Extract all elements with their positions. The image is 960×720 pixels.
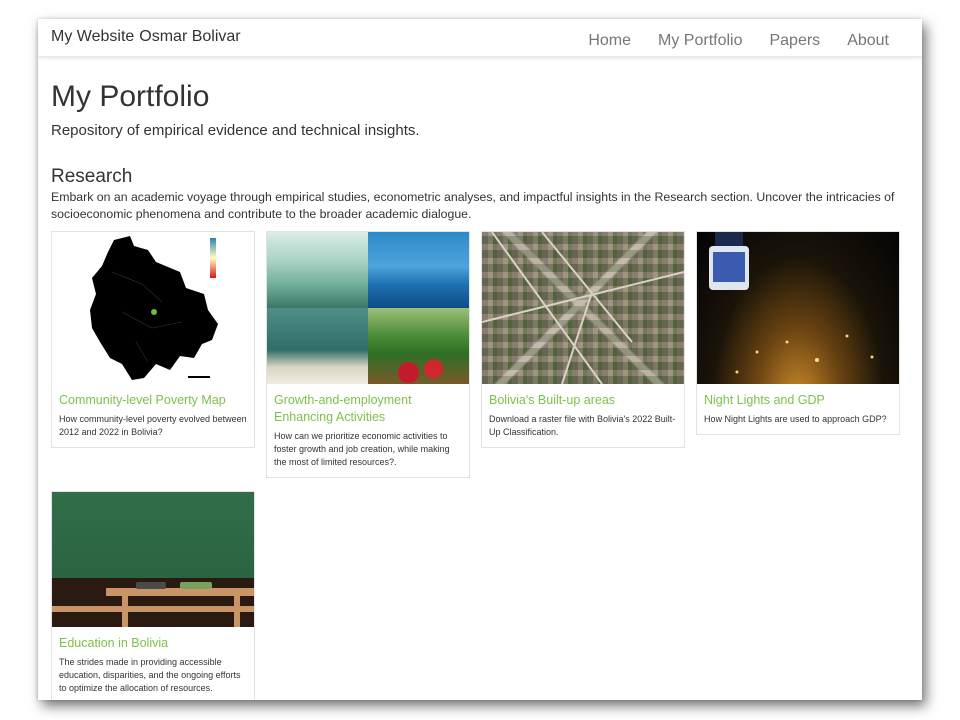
card-image-classroom[interactable] xyxy=(52,492,254,627)
page-title: My Portfolio xyxy=(51,80,210,113)
card-description: The strides made in providing accessible… xyxy=(59,657,241,693)
hospital-image xyxy=(267,232,368,308)
card-poverty-map[interactable]: Community-level Poverty Map How communit… xyxy=(51,231,255,448)
card-description: How community-level poverty evolved betw… xyxy=(59,414,247,437)
section-title: Research xyxy=(51,166,133,187)
nav-portfolio-link[interactable]: My Portfolio xyxy=(658,32,742,50)
ocean-image xyxy=(368,232,469,308)
chalkboard-scene xyxy=(52,578,254,627)
card-description: Download a raster file with Bolivia's 20… xyxy=(489,414,676,437)
card-title[interactable]: Community-level Poverty Map xyxy=(52,384,254,409)
road-lines xyxy=(482,232,684,384)
page-subtitle: Repository of empirical evidence and tec… xyxy=(51,122,420,139)
card-title[interactable]: Growth-and-employment Enhancing Activiti… xyxy=(267,384,469,426)
bolivia-map-image xyxy=(90,236,218,380)
card-description: How Night Lights are used to approach GD… xyxy=(704,414,887,424)
nav-links: Home My Portfolio Papers About xyxy=(588,32,889,50)
vegetables-image xyxy=(368,308,469,384)
card-title[interactable]: Education in Bolivia xyxy=(52,627,254,652)
card-image-poverty-map[interactable] xyxy=(52,232,254,384)
browser-window: My Website Osmar Bolivar Home My Portfoli… xyxy=(38,19,922,700)
card-image-night-lights[interactable] xyxy=(697,232,899,384)
site-brand[interactable]: My Website Osmar Bolivar xyxy=(51,28,246,46)
book-image xyxy=(267,308,368,384)
card-description: How can we prioritize economic activitie… xyxy=(274,431,450,467)
nav-about-link[interactable]: About xyxy=(847,32,889,50)
nav-home-link[interactable]: Home xyxy=(588,32,631,50)
card-built-up-areas[interactable]: Bolivia's Built-up areas Download a rast… xyxy=(481,231,685,448)
section-description: Embark on an academic voyage through emp… xyxy=(51,190,895,221)
card-image-sectors-collage[interactable] xyxy=(267,232,469,384)
card-night-lights[interactable]: Night Lights and GDP How Night Lights ar… xyxy=(696,231,900,435)
navbar: My Website Osmar Bolivar Home My Portfoli… xyxy=(38,19,922,57)
site-name[interactable]: My Website xyxy=(51,28,134,45)
card-title[interactable]: Bolivia's Built-up areas xyxy=(482,384,684,409)
card-growth-employment[interactable]: Growth-and-employment Enhancing Activiti… xyxy=(266,231,470,478)
card-title[interactable]: Night Lights and GDP xyxy=(697,384,899,409)
author-name[interactable]: Osmar Bolivar xyxy=(139,28,240,45)
satellite-over-earth xyxy=(709,232,874,374)
card-image-satellite[interactable] xyxy=(482,232,684,384)
nav-papers-link[interactable]: Papers xyxy=(769,32,820,50)
card-education[interactable]: Education in Bolivia The strides made in… xyxy=(51,491,255,700)
